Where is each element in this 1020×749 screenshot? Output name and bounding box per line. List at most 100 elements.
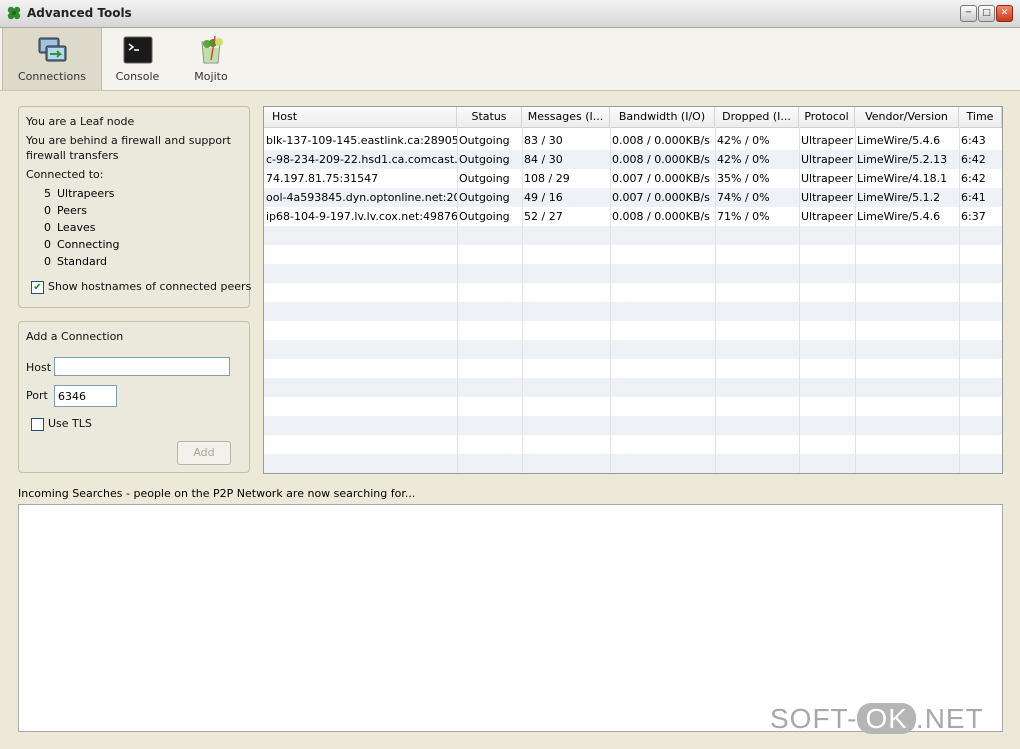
table-row[interactable]: blk-137-109-145.eastlink.ca:28905 Outgoi… bbox=[264, 131, 1002, 150]
tab-mojito[interactable]: Mojito bbox=[175, 28, 247, 90]
column-divider bbox=[610, 127, 611, 473]
empty-row bbox=[264, 340, 1002, 359]
connected-to-label: Connected to: bbox=[26, 168, 104, 181]
column-protocol[interactable]: Protocol bbox=[799, 107, 855, 127]
empty-row bbox=[264, 264, 1002, 283]
table-row[interactable]: 74.197.81.75:31547 Outgoing 108 / 29 0.0… bbox=[264, 169, 1002, 188]
check-icon: ✔ bbox=[33, 282, 42, 293]
cell-status: Outgoing bbox=[459, 210, 510, 223]
count-label: Leaves bbox=[57, 221, 96, 234]
column-divider bbox=[799, 127, 800, 473]
maximize-button[interactable]: □ bbox=[978, 5, 995, 22]
port-label: Port bbox=[26, 389, 48, 402]
tab-label: Connections bbox=[18, 70, 86, 83]
tab-connections[interactable]: Connections bbox=[2, 28, 102, 90]
minimize-icon: ─ bbox=[965, 8, 972, 18]
count-value: 0 bbox=[44, 221, 51, 234]
empty-row bbox=[264, 454, 1002, 473]
host-label: Host bbox=[26, 361, 52, 374]
toolbar: Connections Console Mojito bbox=[0, 28, 1020, 91]
watermark-logo: SOFT- OK .NET bbox=[770, 703, 984, 735]
cell-dropped: 35% / 0% bbox=[717, 172, 770, 185]
cell-vendor: LimeWire/4.18.1 bbox=[857, 172, 948, 185]
cell-time: 6:42 bbox=[961, 153, 986, 166]
connections-table[interactable]: Host Status Messages (I... Bandwidth (I/… bbox=[263, 106, 1003, 474]
node-type-text: You are a Leaf node bbox=[26, 115, 135, 128]
show-hostnames-checkbox[interactable]: ✔ bbox=[31, 281, 44, 294]
column-dropped[interactable]: Dropped (I... bbox=[715, 107, 799, 127]
table-row[interactable]: ip68-104-9-197.lv.lv.cox.net:49876 Outgo… bbox=[264, 207, 1002, 226]
cell-vendor: LimeWire/5.4.6 bbox=[857, 134, 941, 147]
empty-row bbox=[264, 321, 1002, 340]
column-host[interactable]: Host bbox=[264, 107, 457, 127]
leaves-count: 0 Leaves bbox=[41, 221, 95, 234]
empty-row bbox=[264, 416, 1002, 435]
empty-row bbox=[264, 359, 1002, 378]
cell-dropped: 71% / 0% bbox=[717, 210, 770, 223]
table-header: Host Status Messages (I... Bandwidth (I/… bbox=[264, 107, 1002, 128]
close-button[interactable]: ✕ bbox=[996, 5, 1013, 22]
close-icon: ✕ bbox=[1000, 8, 1009, 18]
cell-host: blk-137-109-145.eastlink.ca:28905 bbox=[266, 134, 457, 147]
cell-protocol: Ultrapeer bbox=[801, 210, 853, 223]
table-row[interactable]: ool-4a593845.dyn.optonline.net:202... Ou… bbox=[264, 188, 1002, 207]
empty-row bbox=[264, 245, 1002, 264]
cell-host: ool-4a593845.dyn.optonline.net:202... bbox=[266, 191, 457, 204]
cell-host: c-98-234-209-22.hsd1.ca.comcast.... bbox=[266, 153, 457, 166]
cell-bandwidth: 0.008 / 0.000KB/s bbox=[612, 153, 710, 166]
cell-host: ip68-104-9-197.lv.lv.cox.net:49876 bbox=[266, 210, 457, 223]
connection-status-panel: You are a Leaf node You are behind a fir… bbox=[18, 106, 252, 308]
column-time[interactable]: Time bbox=[959, 107, 1002, 127]
column-bandwidth[interactable]: Bandwidth (I/O) bbox=[610, 107, 715, 127]
empty-row bbox=[264, 226, 1002, 245]
column-divider bbox=[457, 127, 458, 473]
port-input[interactable]: 6346 bbox=[54, 385, 117, 407]
cell-bandwidth: 0.007 / 0.000KB/s bbox=[612, 172, 710, 185]
use-tls-checkbox[interactable] bbox=[31, 418, 44, 431]
ultrapeers-count: 5 Ultrapeers bbox=[41, 187, 114, 200]
cell-status: Outgoing bbox=[459, 191, 510, 204]
cell-status: Outgoing bbox=[459, 134, 510, 147]
watermark-part: .NET bbox=[915, 703, 984, 734]
empty-row bbox=[264, 283, 1002, 302]
minimize-button[interactable]: ─ bbox=[960, 5, 977, 22]
cell-protocol: Ultrapeer bbox=[801, 153, 853, 166]
count-value: 0 bbox=[44, 255, 51, 268]
cell-protocol: Ultrapeer bbox=[801, 172, 853, 185]
tab-console[interactable]: Console bbox=[100, 28, 175, 90]
add-button[interactable]: Add bbox=[177, 441, 231, 465]
standard-count: 0 Standard bbox=[41, 255, 107, 268]
host-input[interactable] bbox=[54, 357, 230, 376]
cell-messages: 52 / 27 bbox=[524, 210, 563, 223]
table-row[interactable]: c-98-234-209-22.hsd1.ca.comcast.... Outg… bbox=[264, 150, 1002, 169]
incoming-searches-list[interactable] bbox=[18, 504, 1003, 732]
tab-label: Mojito bbox=[194, 70, 228, 83]
cell-status: Outgoing bbox=[459, 153, 510, 166]
cell-messages: 49 / 16 bbox=[524, 191, 563, 204]
cell-protocol: Ultrapeer bbox=[801, 134, 853, 147]
peers-count: 0 Peers bbox=[41, 204, 87, 217]
cell-time: 6:43 bbox=[961, 134, 986, 147]
cell-protocol: Ultrapeer bbox=[801, 191, 853, 204]
title-bar: Advanced Tools ─ □ ✕ bbox=[0, 0, 1020, 28]
connecting-count: 0 Connecting bbox=[41, 238, 120, 251]
count-value: 0 bbox=[44, 238, 51, 251]
cell-messages: 83 / 30 bbox=[524, 134, 563, 147]
column-divider bbox=[959, 127, 960, 473]
count-label: Ultrapeers bbox=[57, 187, 115, 200]
firewall-text-line2: firewall transfers bbox=[26, 149, 119, 162]
column-vendor-version[interactable]: Vendor/Version bbox=[855, 107, 959, 127]
window-title: Advanced Tools bbox=[27, 6, 132, 20]
watermark-part: SOFT- bbox=[770, 703, 858, 734]
column-status[interactable]: Status bbox=[457, 107, 522, 127]
cell-status: Outgoing bbox=[459, 172, 510, 185]
console-icon bbox=[123, 36, 152, 64]
firewall-text-line1: You are behind a firewall and support bbox=[26, 134, 231, 147]
column-divider bbox=[715, 127, 716, 473]
column-messages[interactable]: Messages (I... bbox=[522, 107, 610, 127]
connections-icon bbox=[38, 37, 67, 62]
count-label: Peers bbox=[57, 204, 88, 217]
show-hostnames-label: Show hostnames of connected peers bbox=[48, 280, 252, 293]
count-value: 5 bbox=[44, 187, 51, 200]
cell-bandwidth: 0.008 / 0.000KB/s bbox=[612, 134, 710, 147]
